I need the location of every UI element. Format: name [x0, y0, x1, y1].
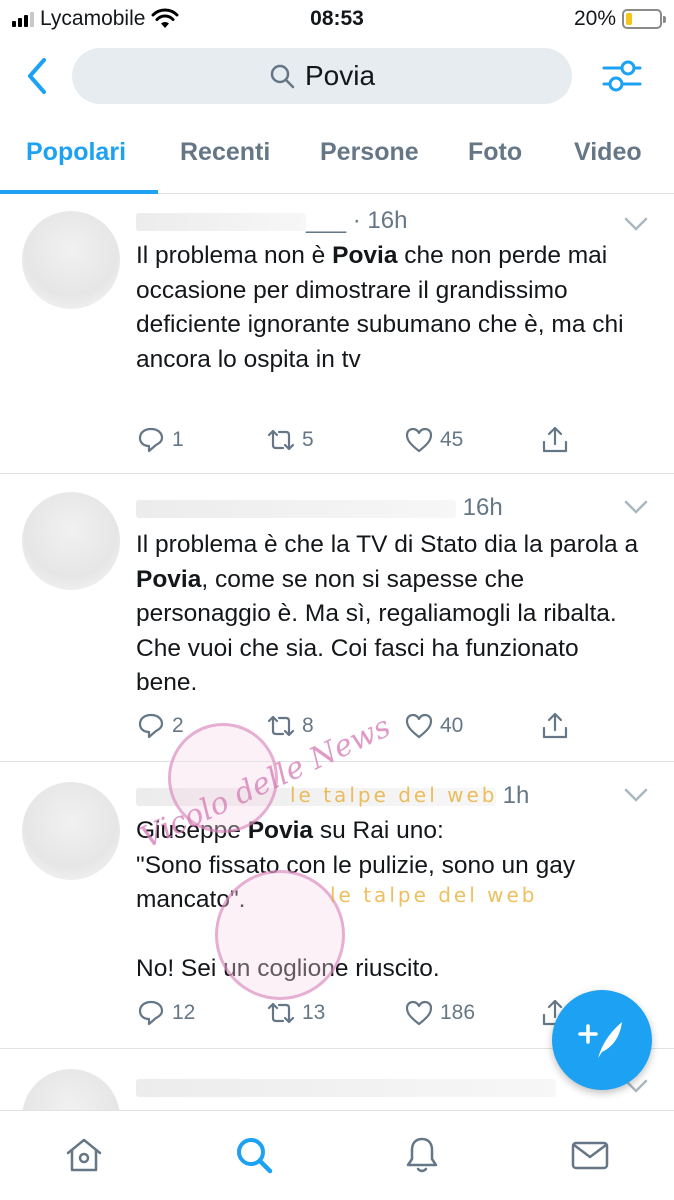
tweet-text: Giuseppe Povia su Rai uno: "Sono fissato… — [136, 814, 646, 987]
tweet-header: ___ · 16h — [136, 207, 407, 235]
author-name-redacted — [136, 212, 306, 231]
tweet-time: 16h — [462, 494, 503, 521]
search-icon — [270, 64, 295, 89]
tweet[interactable]: ___ · 16h Il problema non è Povia che no… — [0, 195, 674, 474]
status-bar: Lycamobile 08:53 20% — [0, 0, 674, 38]
avatar[interactable] — [22, 492, 120, 590]
chevron-down-icon[interactable] — [624, 500, 648, 514]
tweet-text: Il problema è che la TV di Stato dia la … — [136, 528, 646, 701]
search-query: Povia — [304, 60, 376, 91]
battery-percent: 20% — [573, 7, 616, 30]
author-name-redacted — [136, 499, 456, 518]
tweet-text-part: Giuseppe — [136, 817, 248, 844]
search-header: Povia — [0, 38, 674, 116]
battery-indicator: 20% — [573, 7, 666, 31]
tweet-header: 1h — [136, 782, 529, 810]
retweet-icon — [267, 1002, 295, 1024]
tweet-actions: 1 5 45 — [136, 425, 576, 459]
reply-icon — [138, 713, 164, 739]
bottom-navigation — [0, 1110, 674, 1200]
reply-button[interactable]: 12 — [136, 998, 195, 1028]
avatar[interactable] — [22, 211, 120, 309]
tab-recenti[interactable]: Recenti — [180, 138, 270, 167]
heart-icon — [405, 1000, 433, 1026]
reply-button[interactable]: 1 — [136, 425, 184, 455]
tweet-text-part: , come se non si sapesse che personaggio… — [136, 565, 617, 697]
author-name-redacted — [136, 787, 496, 806]
clock: 08:53 — [310, 7, 364, 30]
tweet-time: 1h — [502, 782, 530, 809]
like-count: 45 — [440, 428, 464, 451]
compose-tweet-icon — [578, 1022, 622, 1058]
tweet-header: 16h — [136, 494, 503, 522]
share-icon — [542, 426, 568, 453]
tweet-text: Il problema non è Povia che non perde ma… — [136, 239, 646, 377]
mail-icon[interactable] — [570, 1135, 610, 1175]
avatar[interactable] — [22, 1069, 120, 1110]
chevron-down-icon[interactable] — [624, 217, 648, 231]
sliders-icon[interactable] — [598, 54, 646, 98]
reply-button[interactable]: 2 — [136, 711, 184, 741]
reply-count: 1 — [172, 428, 184, 451]
tweet-actions: 2 8 40 — [136, 711, 576, 745]
search-term-highlight: Povia — [332, 242, 398, 269]
like-button[interactable]: 186 — [404, 998, 475, 1028]
retweet-button[interactable]: 8 — [266, 711, 314, 741]
search-term-highlight: Povia — [136, 565, 202, 593]
reply-count: 12 — [172, 1001, 196, 1024]
search-term-highlight: Povia — [247, 817, 314, 844]
share-button[interactable] — [540, 425, 570, 455]
tab-persone[interactable]: Persone — [320, 138, 419, 167]
retweet-count: 5 — [302, 428, 314, 451]
reply-icon — [138, 1000, 164, 1026]
avatar[interactable] — [22, 782, 120, 880]
like-count: 186 — [440, 1001, 476, 1024]
tweet-header — [136, 1073, 556, 1101]
tab-video[interactable]: Video — [574, 138, 642, 167]
tweet-time: · 16h — [352, 207, 408, 234]
tweet-text-part: Il problema non è — [136, 242, 333, 269]
compose-tweet-button[interactable] — [552, 990, 652, 1090]
like-button[interactable]: 45 — [404, 425, 463, 455]
retweet-count: 8 — [302, 714, 314, 737]
battery-icon — [622, 9, 666, 29]
search-input[interactable]: Povia — [72, 48, 572, 104]
bell-icon[interactable] — [402, 1135, 442, 1175]
tab-foto[interactable]: Foto — [468, 138, 522, 167]
retweet-button[interactable]: 13 — [266, 998, 325, 1028]
author-name-redacted — [136, 1078, 556, 1097]
retweet-button[interactable]: 5 — [266, 425, 314, 455]
heart-icon — [405, 713, 433, 739]
search-tabs: Popolari Recenti Persone Foto Video — [0, 128, 674, 194]
chevron-left-icon[interactable] — [18, 54, 58, 98]
tweet[interactable]: 16h Il problema è che la TV di Stato dia… — [0, 474, 674, 762]
share-icon — [542, 712, 568, 739]
tweet-actions: 12 13 186 — [136, 998, 576, 1032]
reply-count: 2 — [172, 714, 184, 737]
retweet-icon — [267, 715, 295, 737]
battery-level — [626, 13, 633, 25]
retweet-icon — [267, 429, 295, 451]
like-button[interactable]: 40 — [404, 711, 463, 741]
author-handle-suffix: ___ — [306, 207, 347, 234]
chevron-down-icon[interactable] — [624, 788, 648, 802]
search-results-feed: ___ · 16h Il problema non è Povia che no… — [0, 195, 674, 1110]
heart-icon — [405, 427, 433, 453]
retweet-count: 13 — [302, 1001, 326, 1024]
search-icon[interactable] — [234, 1135, 274, 1175]
share-button[interactable] — [540, 711, 570, 741]
active-tab-indicator — [0, 190, 158, 194]
tweet-text-part: Il problema è che la TV di Stato dia la … — [136, 531, 639, 558]
reply-icon — [138, 427, 164, 453]
home-icon[interactable] — [64, 1135, 104, 1175]
like-count: 40 — [440, 714, 464, 737]
tab-popolari[interactable]: Popolari — [26, 138, 126, 167]
